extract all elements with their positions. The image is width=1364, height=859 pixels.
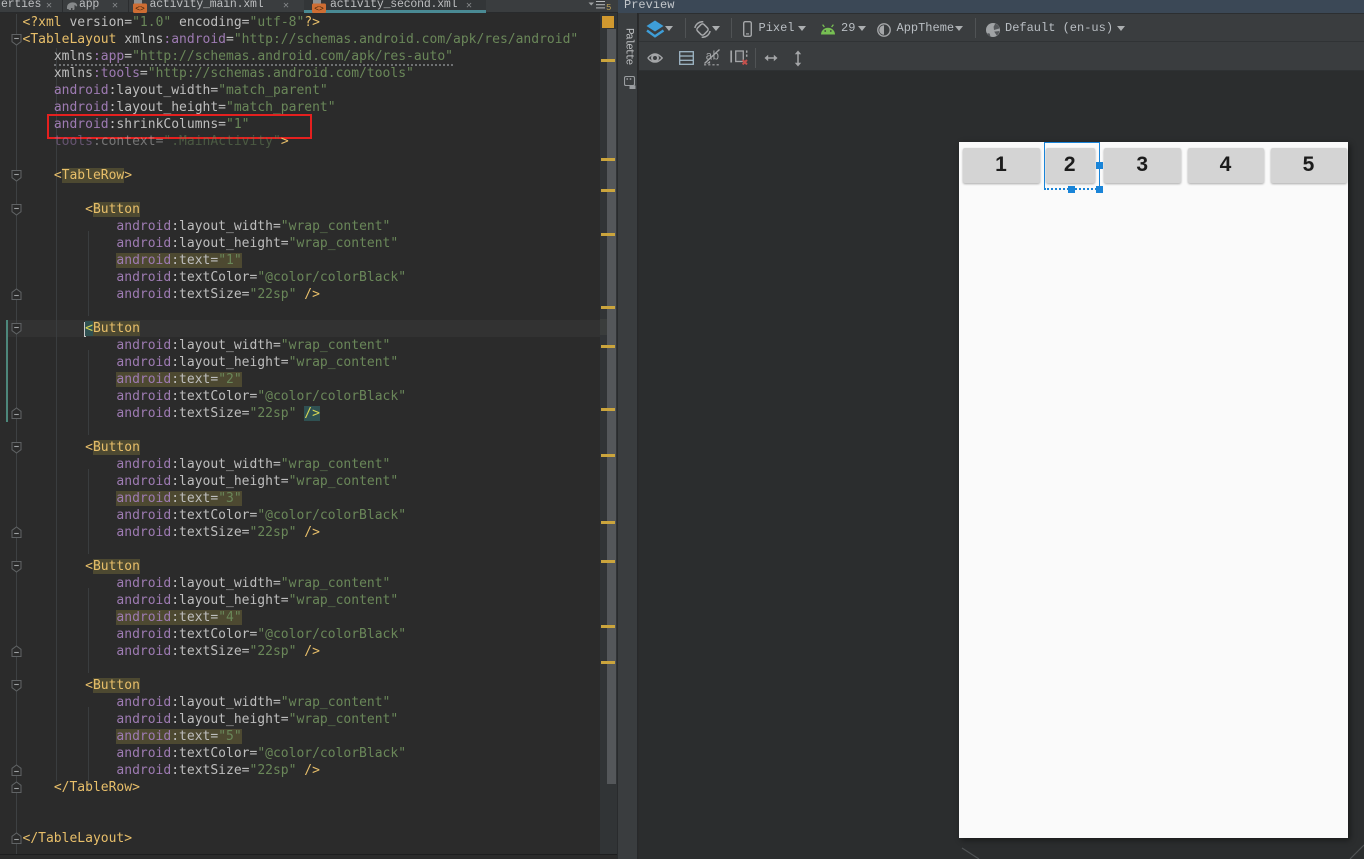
svg-text:<>: <> bbox=[314, 5, 324, 13]
svg-text:<>: <> bbox=[135, 5, 145, 13]
svg-text:5: 5 bbox=[606, 3, 611, 12]
